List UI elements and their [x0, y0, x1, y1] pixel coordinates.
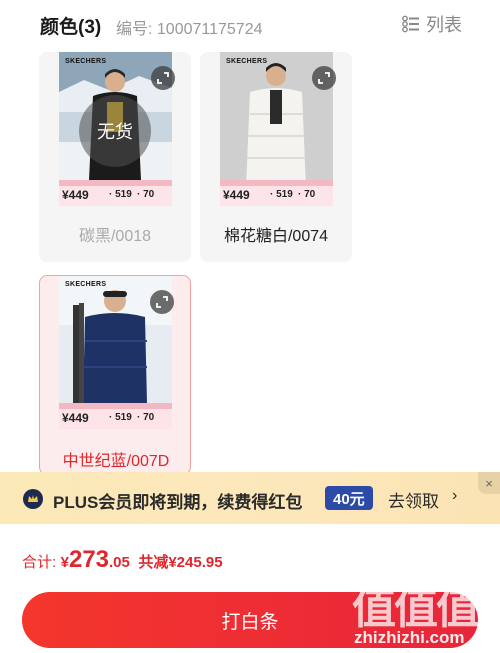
strip-price: ¥449 — [223, 188, 250, 202]
chevron-right-icon: › — [452, 487, 458, 504]
price-strip: ¥449 · 519 · 70 — [59, 403, 172, 429]
checkout-footer: 合计: ¥273.05 共减¥245.95 打白条 — [0, 524, 500, 653]
plus-banner-text: PLUS会员即将到期，续费得红包 — [53, 493, 303, 512]
zoom-button[interactable] — [312, 66, 336, 90]
color-option-medieval-blue[interactable]: SKECHERS ¥449 · 519 · 70 中世纪蓝/007D — [39, 275, 191, 475]
list-view-toggle[interactable]: 列表 — [402, 12, 462, 36]
strip-discount: · 70 — [137, 189, 155, 200]
red-packet-badge: 40元 — [325, 486, 373, 510]
brand-logo: SKECHERS — [65, 281, 107, 288]
brand-logo: SKECHERS — [65, 58, 107, 65]
strip-discount: · 70 — [137, 412, 155, 423]
currency-symbol: ¥ — [60, 554, 69, 571]
color-section-title: 颜色(3) — [40, 17, 102, 38]
sold-out-badge: 无货 — [79, 95, 151, 167]
strip-discount: · 70 — [298, 189, 316, 200]
total-amount-integer: 273 — [68, 546, 110, 573]
color-selector-header: 颜色(3) 编号: 100071175724 列表 — [0, 0, 500, 46]
sku-number: 编号: 100071175724 — [116, 21, 263, 38]
color-option-label: 棉花糖白/0074 — [223, 228, 329, 245]
plus-renewal-banner[interactable]: PLUS会员即将到期，续费得红包 40元 去领取 › × — [0, 472, 500, 524]
strip-original-price: · 519 — [270, 189, 293, 200]
brand-logo: SKECHERS — [226, 58, 268, 65]
pay-with-baitiao-button[interactable]: 打白条 — [22, 592, 478, 648]
strip-original-price: · 519 — [109, 412, 132, 423]
strip-price: ¥449 — [62, 188, 89, 202]
claim-link[interactable]: 去领取 — [388, 487, 439, 512]
plus-member-icon — [23, 489, 43, 509]
expand-icon — [156, 296, 168, 308]
color-option-carbon-black[interactable]: SKECHERS ¥449 · 519 · 70 无货 碳黑/0018 — [39, 52, 191, 262]
strip-original-price: · 519 — [109, 189, 132, 200]
color-option-label: 碳黑/0018 — [78, 228, 152, 245]
strip-price: ¥449 — [62, 411, 89, 425]
zoom-button[interactable] — [151, 66, 175, 90]
expand-icon — [318, 72, 330, 84]
color-option-marshmallow-white[interactable]: SKECHERS ¥449 · 519 · 70 棉花糖白/0074 — [200, 52, 352, 262]
total-label: 合计: — [22, 554, 57, 571]
color-option-label: 中世纪蓝/007D — [62, 453, 170, 470]
discount-amount: 共减¥245.95 — [138, 554, 223, 571]
total-amount-decimal: .05 — [109, 554, 130, 571]
price-strip: ¥449 · 519 · 70 — [59, 180, 172, 206]
list-icon — [402, 15, 419, 33]
order-total: 合计: ¥273.05 共减¥245.95 — [22, 546, 223, 574]
close-icon[interactable]: × — [478, 472, 500, 494]
list-view-label: 列表 — [426, 15, 462, 35]
zoom-button[interactable] — [150, 290, 174, 314]
price-strip: ¥449 · 519 · 70 — [220, 180, 333, 206]
expand-icon — [157, 72, 169, 84]
